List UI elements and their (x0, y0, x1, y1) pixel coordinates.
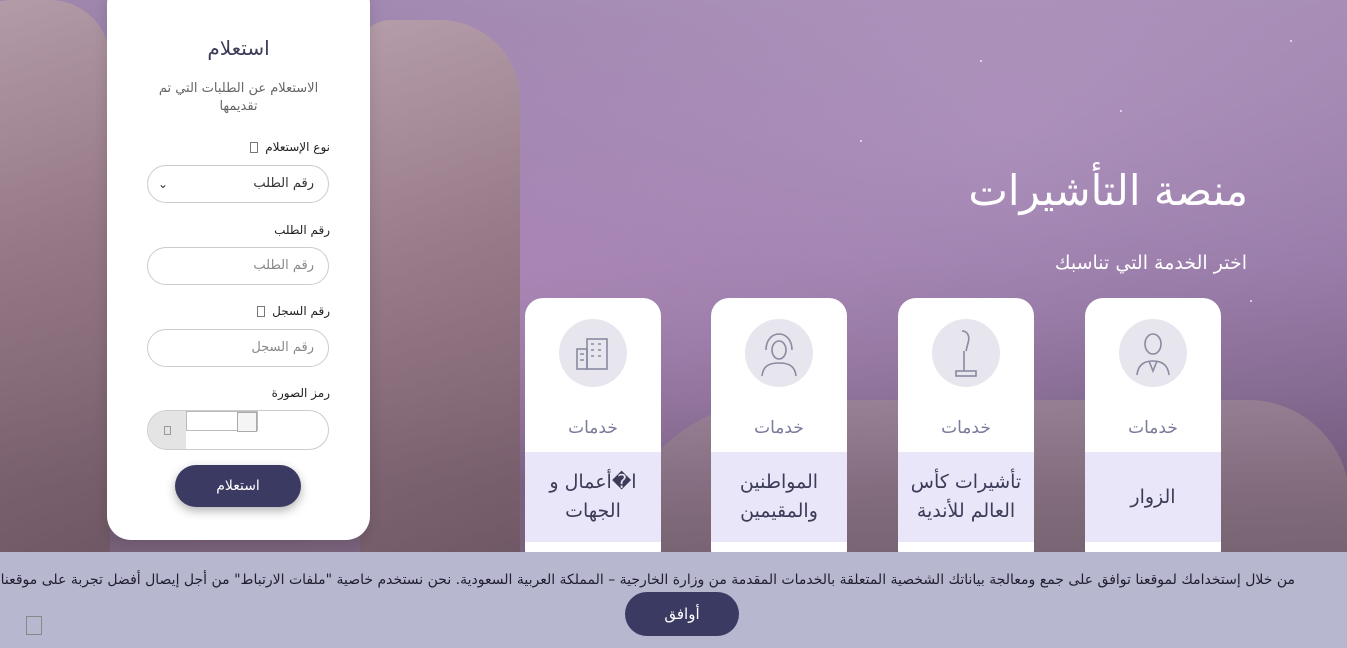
inquiry-type-label-text: نوع الإستعلام (265, 140, 330, 154)
cookie-close-icon[interactable] (26, 616, 42, 635)
trophy-icon (932, 319, 1000, 387)
service-card-business[interactable]: خدمات ا�أعمال و الجهات (525, 298, 661, 568)
page-title: منصة التأشيرات (968, 166, 1248, 215)
inquiry-title: استعلام (207, 36, 270, 60)
service-card-club-world-cup[interactable]: خدمات تأشيرات كأس العالم للأندية (898, 298, 1034, 568)
inquiry-type-select[interactable]: رقم الطلب ⌄ (147, 165, 329, 203)
service-name: المواطنين والمقيمين (711, 452, 847, 542)
star (860, 140, 862, 142)
background-rock-left (0, 0, 110, 560)
inquiry-panel: استعلام الاستعلام عن الطلبات التي تم تقد… (107, 0, 370, 540)
star (1120, 110, 1122, 112)
captcha-label: رمز الصورة (271, 386, 330, 400)
request-number-label: رقم الطلب (274, 223, 330, 237)
page-subtitle: اختر الخدمة التي تناسبك (1054, 252, 1247, 274)
star (1250, 300, 1252, 302)
service-category: خدمات (1128, 418, 1178, 438)
record-number-label-text: رقم السجل (272, 304, 330, 318)
service-name: الزوار (1085, 452, 1221, 542)
refresh-icon (163, 425, 171, 435)
captcha-image (186, 411, 258, 432)
person-suit-icon (1119, 319, 1187, 387)
service-card-visitors[interactable]: خدمات الزوار (1085, 298, 1221, 568)
broken-image-icon (237, 412, 257, 432)
background-rock-center (360, 20, 520, 560)
refresh-captcha-button[interactable] (148, 411, 186, 449)
record-number-label: رقم السجل (257, 304, 330, 318)
chevron-down-icon: ⌄ (158, 177, 169, 191)
cookie-consent-bar: من خلال إستخدامك لموقعنا توافق على جمع و… (0, 552, 1347, 648)
inquiry-submit-button[interactable]: استعلام (175, 465, 301, 507)
service-category: خدمات (754, 418, 804, 438)
info-icon (257, 306, 266, 317)
service-name: ا�أعمال و الجهات (525, 452, 661, 542)
star (1290, 40, 1292, 42)
cookie-accept-button[interactable]: أوافق (625, 592, 739, 636)
captcha-field[interactable] (147, 410, 329, 450)
service-card-citizens-residents[interactable]: خدمات المواطنين والمقيمين (711, 298, 847, 568)
star (980, 60, 982, 62)
saudi-man-icon (745, 319, 813, 387)
service-name: تأشيرات كأس العالم للأندية (898, 452, 1034, 542)
inquiry-subtitle: الاستعلام عن الطلبات التي تم تقديمها (158, 81, 319, 114)
building-icon (559, 319, 627, 387)
service-category: خدمات (568, 418, 618, 438)
info-icon (250, 142, 259, 153)
inquiry-type-selected: رقم الطلب (253, 176, 314, 191)
inquiry-type-label: نوع الإستعلام (250, 140, 330, 154)
request-number-input[interactable]: رقم الطلب (147, 247, 329, 285)
cookie-text: من خلال إستخدامك لموقعنا توافق على جمع و… (0, 572, 1295, 588)
service-category: خدمات (941, 418, 991, 438)
record-number-input[interactable]: رقم السجل (147, 329, 329, 367)
